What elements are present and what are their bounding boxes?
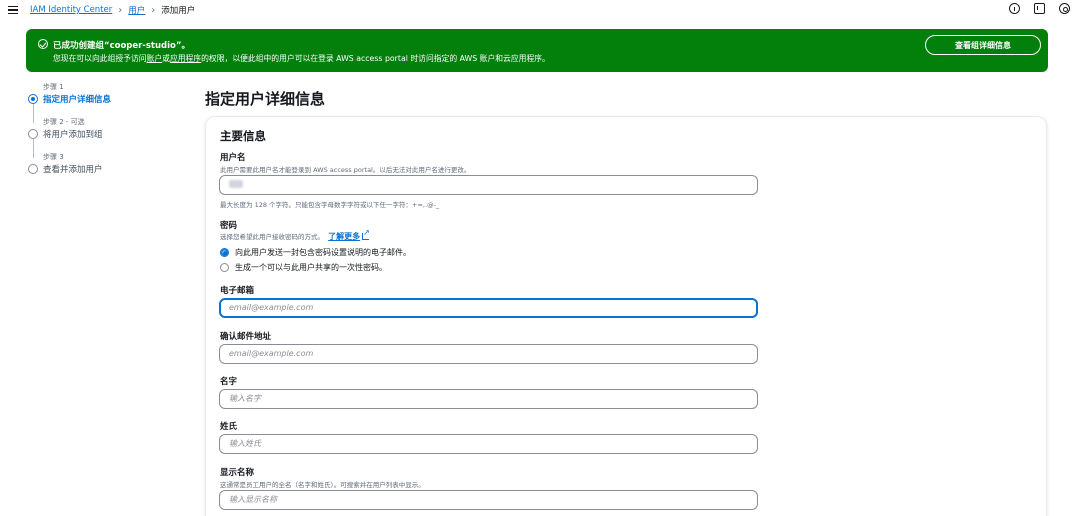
wizard-steps: 步骤 1 指定用户详细信息 步骤 2 - 可选 将用户添加到组 步骤 3 查看并… xyxy=(28,82,178,187)
display-name-label: 显示名称 xyxy=(220,468,255,478)
settings-icon[interactable] xyxy=(1059,3,1070,14)
external-link-icon xyxy=(362,228,370,240)
password-option-email[interactable]: 向此用户发送一封包含密码设置说明的电子邮件。 xyxy=(220,247,411,258)
side-panel-icon[interactable] xyxy=(1034,3,1045,14)
wizard-step-1[interactable]: 步骤 1 指定用户详细信息 xyxy=(28,82,178,123)
first-name-placeholder: 输入名字 xyxy=(229,394,261,403)
password-label: 密码 xyxy=(220,221,238,231)
display-name-placeholder: 输入显示名称 xyxy=(229,495,277,504)
email-label: 电子邮箱 xyxy=(220,286,255,296)
password-description-text: 选择您希望此用户接收密码的方式。 xyxy=(220,233,324,241)
display-name-input[interactable]: 输入显示名称 xyxy=(219,490,758,510)
breadcrumb-users[interactable]: 用户 xyxy=(128,4,145,16)
flash-message-suffix: 的权限，以便此组中的用户可以在登录 AWS access portal 时访问指… xyxy=(201,54,550,63)
flash-message: 您现在可以向此组授予访问账户或应用程序的权限，以便此组中的用户可以在登录 AWS… xyxy=(53,53,550,64)
flash-link-accounts[interactable]: 账户 xyxy=(147,54,163,63)
flash-title: 已成功创建组“cooper-studio”。 xyxy=(53,41,190,51)
email-input[interactable]: email@example.com xyxy=(219,298,758,318)
view-group-details-button[interactable]: 查看组详细信息 xyxy=(925,35,1041,55)
flash-link-apps[interactable]: 应用程序 xyxy=(170,54,201,63)
radio-unchecked-icon xyxy=(220,263,229,272)
step-label: 指定用户详细信息 xyxy=(43,95,112,105)
step-active-icon xyxy=(28,94,38,104)
flash-message-or: 或 xyxy=(162,54,170,63)
learn-more-link[interactable]: 了解更多 xyxy=(328,232,360,241)
last-name-label: 姓氏 xyxy=(220,422,238,432)
step-number: 步骤 2 - 可选 xyxy=(43,118,85,126)
primary-info-container: 主要信息 用户名 此用户需要此用户名才能登录到 AWS access porta… xyxy=(205,116,1047,516)
username-hint: 最大长度为 128 个字符。只能包含字母数字字符或以下任一字符：+=,.@-_ xyxy=(220,201,440,209)
last-name-input[interactable]: 输入姓氏 xyxy=(219,434,758,454)
step-number: 步骤 3 xyxy=(43,153,64,161)
display-name-description: 这通常是员工用户的全名（名字和姓氏）。可搜索并在用户列表中显示。 xyxy=(220,481,425,489)
wizard-step-2[interactable]: 步骤 2 - 可选 将用户添加到组 xyxy=(28,117,178,158)
radio-checked-icon xyxy=(220,248,229,257)
breadcrumb-iam-identity-center[interactable]: IAM Identity Center xyxy=(30,5,112,15)
last-name-placeholder: 输入姓氏 xyxy=(229,439,261,448)
chevron-right-icon: › xyxy=(118,4,123,16)
password-description: 选择您希望此用户接收密码的方式。 了解更多 xyxy=(220,228,370,242)
step-number: 步骤 1 xyxy=(43,83,64,91)
step-label: 查看并添加用户 xyxy=(43,165,103,175)
menu-icon[interactable] xyxy=(8,5,18,15)
first-name-label: 名字 xyxy=(220,377,238,387)
confirm-email-placeholder: email@example.com xyxy=(229,349,314,358)
password-option-one-time[interactable]: 生成一个可以与此用户共享的一次性密码。 xyxy=(220,262,387,273)
step-inactive-icon xyxy=(28,129,38,139)
chevron-right-icon: › xyxy=(151,4,156,16)
step-label: 将用户添加到组 xyxy=(43,130,103,140)
breadcrumb: IAM Identity Center › 用户 › 添加用户 xyxy=(30,4,196,17)
step-inactive-icon xyxy=(28,164,38,174)
radio-label: 生成一个可以与此用户共享的一次性密码。 xyxy=(235,263,387,272)
username-label: 用户名 xyxy=(220,153,246,163)
top-nav: IAM Identity Center › 用户 › 添加用户 xyxy=(0,0,1080,22)
redacted-value xyxy=(229,180,243,188)
confirm-email-input[interactable]: email@example.com xyxy=(219,344,758,364)
flash-message-prefix: 您现在可以向此组授予访问 xyxy=(53,54,147,63)
breadcrumb-current: 添加用户 xyxy=(161,6,196,16)
page-title: 指定用户详细信息 xyxy=(205,90,326,108)
wizard-step-3[interactable]: 步骤 3 查看并添加用户 xyxy=(28,152,178,187)
first-name-input[interactable]: 输入名字 xyxy=(219,389,758,409)
username-description: 此用户需要此用户名才能登录到 AWS access portal。以后无法对此用… xyxy=(220,166,471,174)
top-icons xyxy=(1009,3,1070,14)
success-check-icon xyxy=(38,39,48,49)
close-icon[interactable] xyxy=(1050,37,1061,48)
radio-label: 向此用户发送一封包含密码设置说明的电子邮件。 xyxy=(235,248,411,257)
username-input[interactable] xyxy=(219,175,758,195)
info-icon[interactable] xyxy=(1009,3,1020,14)
section-title: 主要信息 xyxy=(220,129,266,143)
email-placeholder: email@example.com xyxy=(229,303,314,312)
confirm-email-label: 确认邮件地址 xyxy=(220,332,272,342)
success-flash-banner: 已成功创建组“cooper-studio”。 您现在可以向此组授予访问账户或应用… xyxy=(26,29,1048,72)
